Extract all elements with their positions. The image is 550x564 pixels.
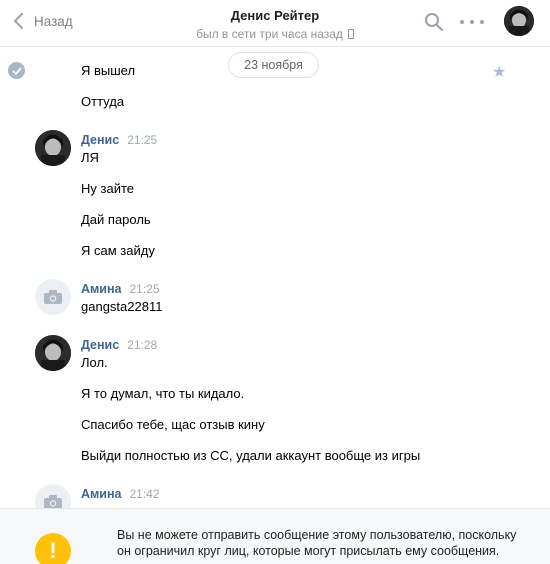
peer-status-text: был в сети три часа назад: [196, 27, 343, 41]
message-time[interactable]: 21:25: [127, 133, 157, 147]
notice-text: Вы не можете отправить сообщение этому п…: [117, 528, 517, 558]
message-text: ЛЯ: [81, 150, 99, 165]
author-name[interactable]: Денис: [81, 133, 119, 147]
camera-icon: [44, 290, 62, 304]
message-author: Амина 21:42: [81, 487, 160, 501]
author-avatar[interactable]: [35, 279, 71, 315]
message-text: Выйди полностью из СС, удали аккаунт воо…: [81, 448, 421, 463]
message-text: Я вышел: [81, 63, 136, 78]
author-name[interactable]: Денис: [81, 338, 119, 352]
message-text: Лол.: [81, 355, 108, 370]
message-author: Денис 21:25: [81, 133, 157, 147]
peer-status: был в сети три часа назад: [196, 27, 354, 41]
author-avatar[interactable]: [35, 130, 71, 166]
message-text: Спасибо тебе, щас отзыв кину: [81, 417, 265, 432]
message-text: Я то думал, что ты кидало.: [81, 386, 245, 401]
author-avatar[interactable]: [35, 484, 71, 508]
author-name[interactable]: Амина: [81, 487, 121, 501]
message-time[interactable]: 21:42: [129, 487, 159, 501]
message-text: Ну зайте: [81, 181, 134, 196]
message-author: Денис 21:28: [81, 338, 157, 352]
message-time[interactable]: 21:25: [129, 282, 159, 296]
search-icon[interactable]: [424, 12, 444, 32]
more-icon[interactable]: [460, 13, 484, 31]
phone-icon: [347, 29, 354, 39]
write-blocked-notice: ! Вы не можете отправить сообщение этому…: [0, 508, 550, 564]
message-author: Амина 21:25: [81, 282, 160, 296]
chat-header: Назад Денис Рейтер был в сети три часа н…: [0, 0, 550, 47]
message-text: gangsta22811: [81, 299, 163, 314]
exclamation-icon: !: [35, 533, 71, 564]
star-icon[interactable]: ★: [492, 62, 506, 82]
message-text: Оттуда: [81, 94, 125, 109]
date-divider: 23 ноября: [228, 52, 319, 78]
author-avatar[interactable]: [35, 335, 71, 371]
camera-icon: [44, 495, 62, 508]
message-text: Дай пароль: [81, 212, 151, 227]
message-text: Я сам зайду: [81, 243, 155, 258]
message-history: Я вышел Оттуда ★ Денис 21:25 ЛЯ Ну зайте…: [0, 48, 550, 508]
author-name[interactable]: Амина: [81, 282, 121, 296]
message-time[interactable]: 21:28: [127, 338, 157, 352]
peer-avatar[interactable]: [504, 6, 534, 36]
selected-check-icon[interactable]: [8, 62, 25, 79]
